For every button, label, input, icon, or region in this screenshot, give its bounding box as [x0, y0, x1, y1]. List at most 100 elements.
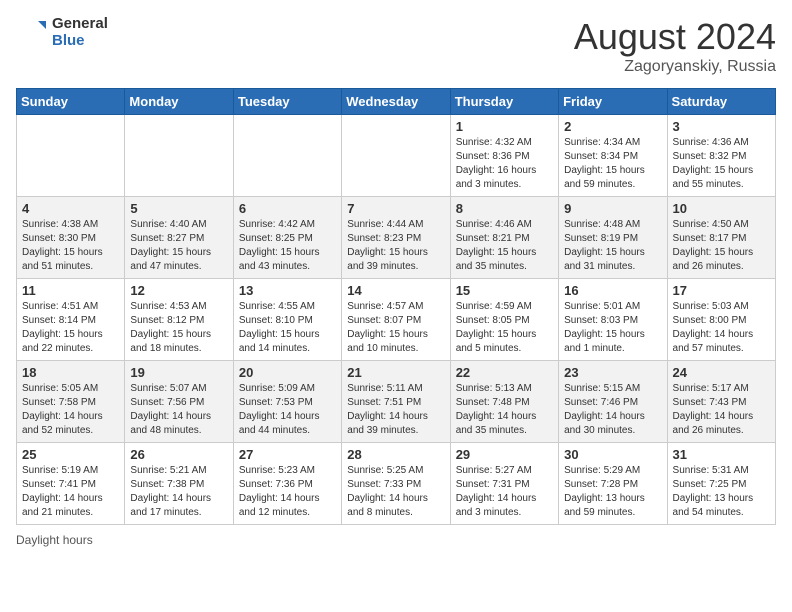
day-number: 25	[22, 447, 119, 462]
day-info: Sunrise: 5:17 AM Sunset: 7:43 PM Dayligh…	[673, 382, 770, 438]
calendar-week-5: 25 Sunrise: 5:19 AM Sunset: 7:41 PM Dayli…	[17, 443, 776, 525]
day-info: Sunrise: 4:38 AM Sunset: 8:30 PM Dayligh…	[22, 218, 119, 274]
daylight-label: Daylight hours	[16, 533, 93, 547]
day-number: 18	[22, 365, 119, 380]
calendar-cell: 15Sunrise: 4:59 AM Sunset: 8:05 PM Dayli…	[450, 279, 558, 361]
calendar-cell: 13 Sunrise: 4:55 AM Sunset: 8:10 PM Dayli…	[233, 279, 341, 361]
calendar-cell: 4 Sunrise: 4:38 AM Sunset: 8:30 PM Daylig…	[17, 197, 125, 279]
calendar-week-4: 18 Sunrise: 5:05 AM Sunset: 7:58 PM Dayli…	[17, 361, 776, 443]
day-info: Sunrise: 4:51 AM Sunset: 8:14 PM Dayligh…	[22, 300, 119, 356]
calendar-cell: 2 Sunrise: 4:34 AM Sunset: 8:34 PM Daylig…	[559, 115, 667, 197]
month-year-title: August 2024	[574, 16, 776, 58]
calendar-cell	[342, 115, 450, 197]
day-number: 7	[347, 201, 444, 216]
day-info: Sunrise: 4:57 AM Sunset: 8:07 PM Dayligh…	[347, 300, 444, 356]
calendar-cell: 9 Sunrise: 4:48 AM Sunset: 8:19 PM Daylig…	[559, 197, 667, 279]
day-info: Sunrise: 4:36 AM Sunset: 8:32 PM Dayligh…	[673, 136, 770, 192]
day-info: Sunrise: 5:19 AM Sunset: 7:41 PM Dayligh…	[22, 464, 119, 520]
calendar-table: SundayMondayTuesdayWednesdayThursdayFrid…	[16, 88, 776, 525]
calendar-cell: 24 Sunrise: 5:17 AM Sunset: 7:43 PM Dayli…	[667, 361, 775, 443]
day-info: Sunrise: 4:48 AM Sunset: 8:19 PM Dayligh…	[564, 218, 661, 274]
calendar-cell: 8 Sunrise: 4:46 AM Sunset: 8:21 PM Daylig…	[450, 197, 558, 279]
day-info: Sunrise: 4:53 AM Sunset: 8:12 PM Dayligh…	[130, 300, 227, 356]
day-number: 5	[130, 201, 227, 216]
day-number: 15	[456, 283, 553, 298]
day-number: 10	[673, 201, 770, 216]
day-info: Sunrise: 4:42 AM Sunset: 8:25 PM Dayligh…	[239, 218, 336, 274]
col-header-tuesday: Tuesday	[233, 89, 341, 115]
day-info: Sunrise: 5:03 AM Sunset: 8:00 PM Dayligh…	[673, 300, 770, 356]
day-info: Sunrise: 4:32 AM Sunset: 8:36 PM Dayligh…	[456, 136, 553, 192]
col-header-monday: Monday	[125, 89, 233, 115]
calendar-cell: 31Sunrise: 5:31 AM Sunset: 7:25 PM Dayli…	[667, 443, 775, 525]
day-number: 26	[130, 447, 227, 462]
location-title: Zagoryanskiy, Russia	[574, 58, 776, 76]
day-info: Sunrise: 5:09 AM Sunset: 7:53 PM Dayligh…	[239, 382, 336, 438]
day-number: 23	[564, 365, 661, 380]
day-number: 8	[456, 201, 553, 216]
day-number: 13	[239, 283, 336, 298]
calendar-cell: 7 Sunrise: 4:44 AM Sunset: 8:23 PM Daylig…	[342, 197, 450, 279]
day-number: 6	[239, 201, 336, 216]
calendar-header-row: SundayMondayTuesdayWednesdayThursdayFrid…	[17, 89, 776, 115]
calendar-week-2: 4 Sunrise: 4:38 AM Sunset: 8:30 PM Daylig…	[17, 197, 776, 279]
page-header: General Blue August 2024 Zagoryanskiy, R…	[16, 16, 776, 76]
calendar-week-1: 1Sunrise: 4:32 AM Sunset: 8:36 PM Daylig…	[17, 115, 776, 197]
calendar-cell: 20 Sunrise: 5:09 AM Sunset: 7:53 PM Dayli…	[233, 361, 341, 443]
calendar-cell: 5 Sunrise: 4:40 AM Sunset: 8:27 PM Daylig…	[125, 197, 233, 279]
logo: General Blue	[16, 16, 108, 49]
day-number: 30	[564, 447, 661, 462]
day-number: 16	[564, 283, 661, 298]
calendar-cell: 23 Sunrise: 5:15 AM Sunset: 7:46 PM Dayli…	[559, 361, 667, 443]
col-header-friday: Friday	[559, 89, 667, 115]
footer: Daylight hours	[16, 533, 776, 547]
col-header-wednesday: Wednesday	[342, 89, 450, 115]
day-info: Sunrise: 4:55 AM Sunset: 8:10 PM Dayligh…	[239, 300, 336, 356]
calendar-cell: 30 Sunrise: 5:29 AM Sunset: 7:28 PM Dayli…	[559, 443, 667, 525]
calendar-cell: 16Sunrise: 5:01 AM Sunset: 8:03 PM Dayli…	[559, 279, 667, 361]
day-number: 9	[564, 201, 661, 216]
col-header-sunday: Sunday	[17, 89, 125, 115]
calendar-cell: 25 Sunrise: 5:19 AM Sunset: 7:41 PM Dayli…	[17, 443, 125, 525]
day-number: 12	[130, 283, 227, 298]
calendar-cell: 10 Sunrise: 4:50 AM Sunset: 8:17 PM Dayli…	[667, 197, 775, 279]
day-info: Sunrise: 5:25 AM Sunset: 7:33 PM Dayligh…	[347, 464, 444, 520]
calendar-cell: 21Sunrise: 5:11 AM Sunset: 7:51 PM Dayli…	[342, 361, 450, 443]
day-number: 2	[564, 119, 661, 134]
day-number: 20	[239, 365, 336, 380]
day-info: Sunrise: 4:50 AM Sunset: 8:17 PM Dayligh…	[673, 218, 770, 274]
day-info: Sunrise: 5:05 AM Sunset: 7:58 PM Dayligh…	[22, 382, 119, 438]
day-info: Sunrise: 4:34 AM Sunset: 8:34 PM Dayligh…	[564, 136, 661, 192]
calendar-cell: 14 Sunrise: 4:57 AM Sunset: 8:07 PM Dayli…	[342, 279, 450, 361]
day-number: 3	[673, 119, 770, 134]
calendar-cell: 19 Sunrise: 5:07 AM Sunset: 7:56 PM Dayli…	[125, 361, 233, 443]
logo-blue: Blue	[52, 33, 108, 50]
day-number: 4	[22, 201, 119, 216]
day-number: 22	[456, 365, 553, 380]
calendar-cell: 12 Sunrise: 4:53 AM Sunset: 8:12 PM Dayli…	[125, 279, 233, 361]
day-number: 28	[347, 447, 444, 462]
day-info: Sunrise: 5:13 AM Sunset: 7:48 PM Dayligh…	[456, 382, 553, 438]
day-number: 17	[673, 283, 770, 298]
day-info: Sunrise: 4:40 AM Sunset: 8:27 PM Dayligh…	[130, 218, 227, 274]
day-number: 24	[673, 365, 770, 380]
day-info: Sunrise: 4:46 AM Sunset: 8:21 PM Dayligh…	[456, 218, 553, 274]
day-info: Sunrise: 5:15 AM Sunset: 7:46 PM Dayligh…	[564, 382, 661, 438]
day-number: 14	[347, 283, 444, 298]
day-number: 19	[130, 365, 227, 380]
day-info: Sunrise: 5:21 AM Sunset: 7:38 PM Dayligh…	[130, 464, 227, 520]
calendar-cell: 6 Sunrise: 4:42 AM Sunset: 8:25 PM Daylig…	[233, 197, 341, 279]
calendar-cell	[17, 115, 125, 197]
calendar-cell: 1Sunrise: 4:32 AM Sunset: 8:36 PM Daylig…	[450, 115, 558, 197]
calendar-cell: 3 Sunrise: 4:36 AM Sunset: 8:32 PM Daylig…	[667, 115, 775, 197]
calendar-cell: 18 Sunrise: 5:05 AM Sunset: 7:58 PM Dayli…	[17, 361, 125, 443]
day-info: Sunrise: 4:44 AM Sunset: 8:23 PM Dayligh…	[347, 218, 444, 274]
day-info: Sunrise: 5:29 AM Sunset: 7:28 PM Dayligh…	[564, 464, 661, 520]
day-number: 29	[456, 447, 553, 462]
col-header-thursday: Thursday	[450, 89, 558, 115]
day-number: 11	[22, 283, 119, 298]
calendar-cell: 26 Sunrise: 5:21 AM Sunset: 7:38 PM Dayli…	[125, 443, 233, 525]
day-info: Sunrise: 5:07 AM Sunset: 7:56 PM Dayligh…	[130, 382, 227, 438]
day-info: Sunrise: 5:11 AM Sunset: 7:51 PM Dayligh…	[347, 382, 444, 438]
calendar-cell: 17 Sunrise: 5:03 AM Sunset: 8:00 PM Dayli…	[667, 279, 775, 361]
